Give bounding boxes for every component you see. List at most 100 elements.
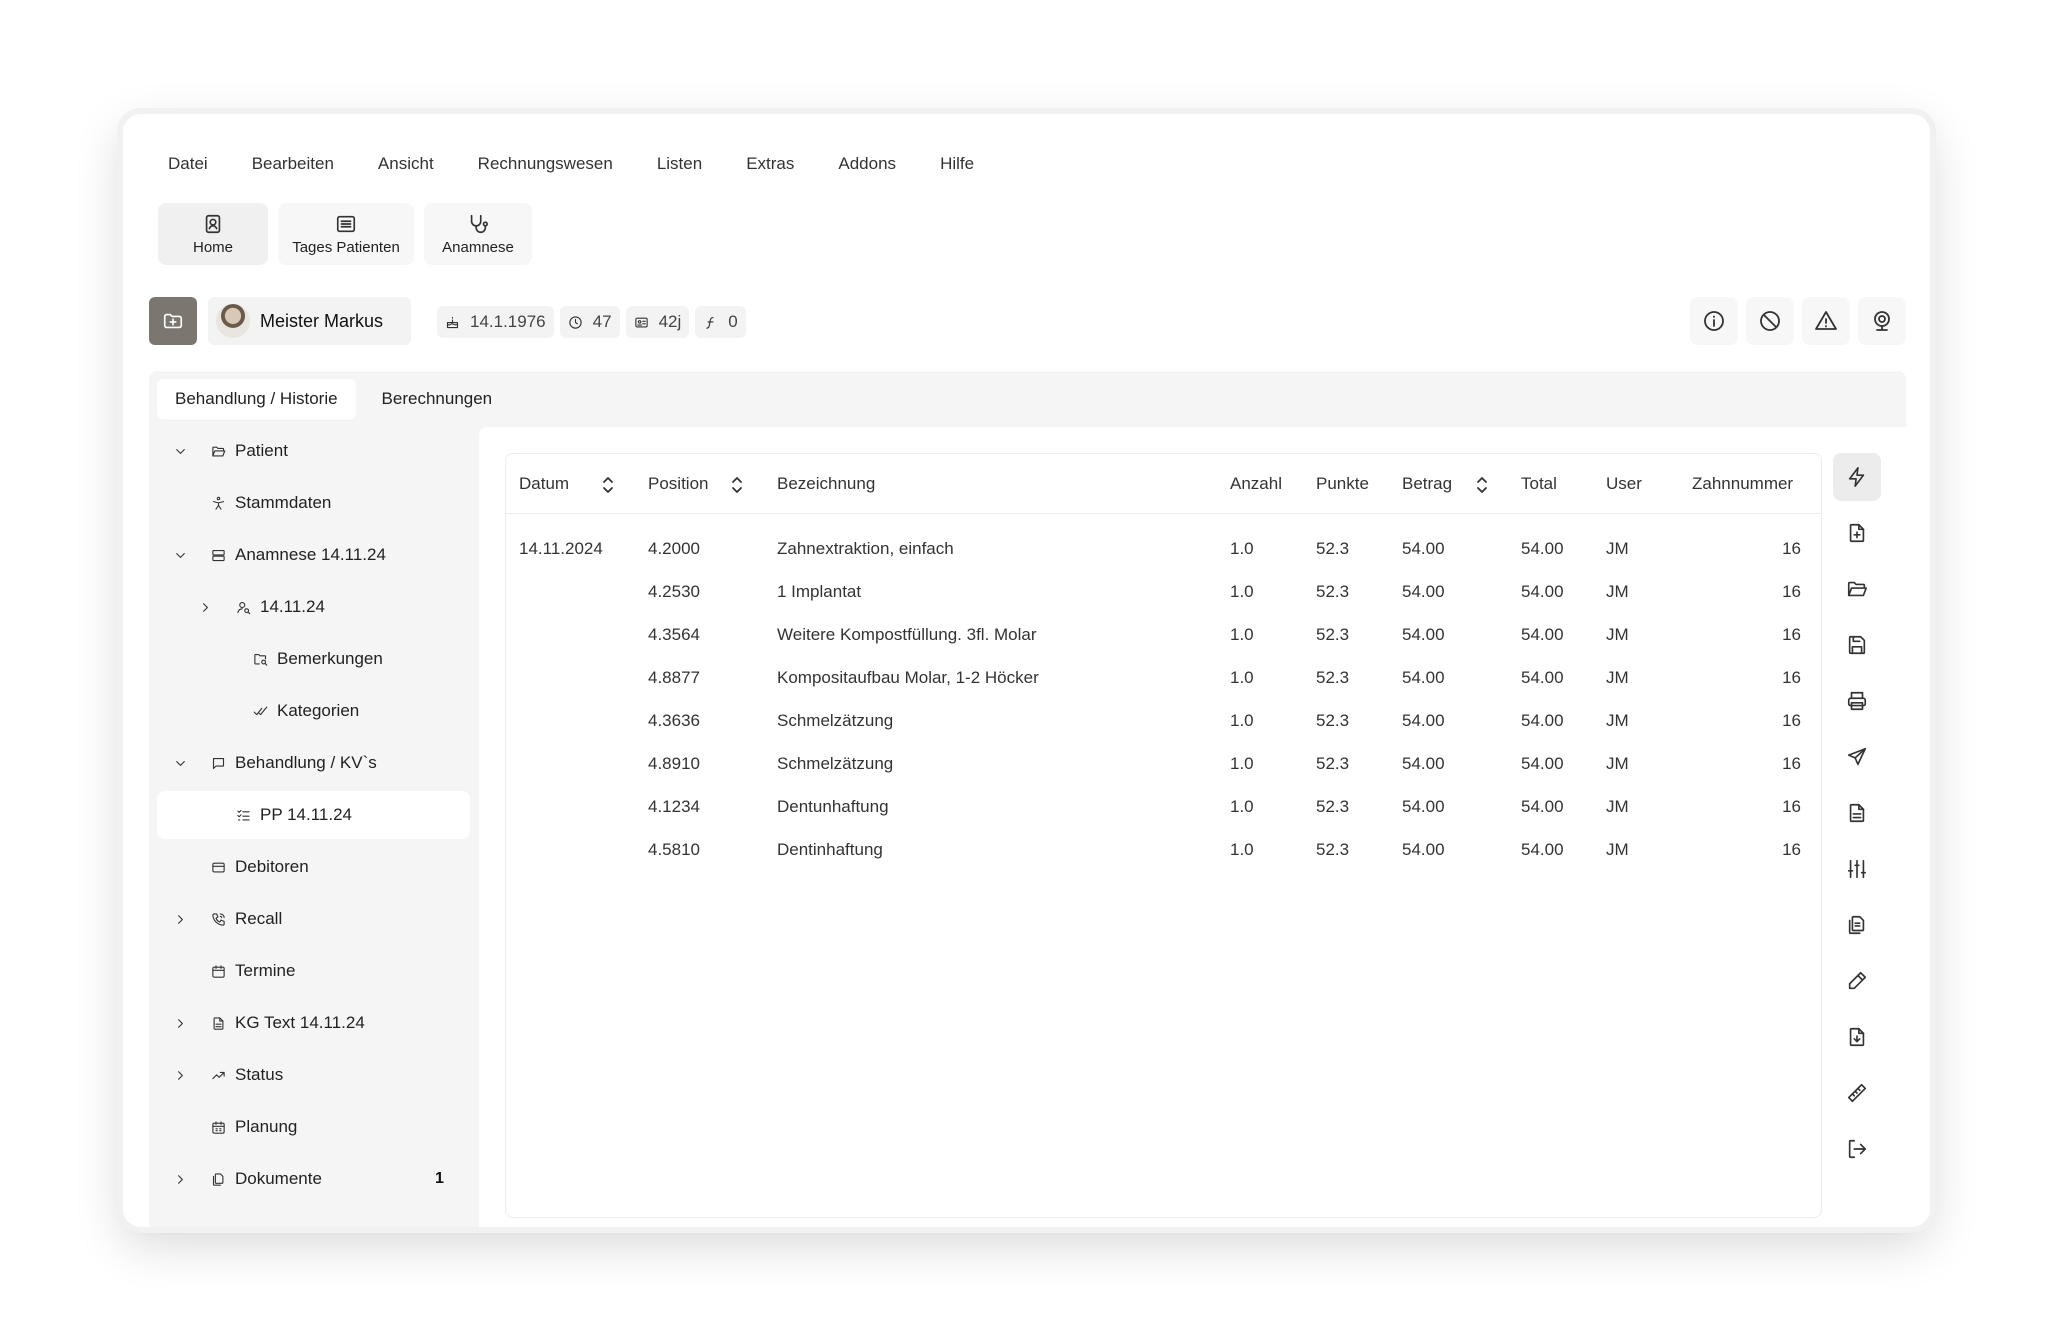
info-button[interactable] (1690, 297, 1738, 345)
col-total[interactable]: Total (1521, 474, 1557, 494)
send-button[interactable] (1833, 733, 1881, 781)
menu-hilfe[interactable]: Hilfe (940, 154, 974, 174)
calendar-days-icon (212, 1120, 225, 1134)
tree-item-stammdaten[interactable]: Stammdaten (149, 479, 479, 527)
table-row[interactable]: 4.1234 Dentunhaftung 1.0 52.3 54.00 54.00 JM 16 (506, 785, 1821, 828)
tree-item-debitoren[interactable]: Debitoren (149, 843, 479, 891)
ban-button[interactable] (1746, 297, 1794, 345)
app-window: Datei Bearbeiten Ansicht Rechnungswesen … (123, 114, 1930, 1227)
tree-item-status[interactable]: Status (149, 1051, 479, 1099)
new-document-button[interactable] (1833, 509, 1881, 557)
col-user[interactable]: User (1606, 474, 1642, 494)
print-button[interactable] (1833, 677, 1881, 725)
message-square-icon (212, 757, 225, 769)
edit-button[interactable] (1833, 957, 1881, 1005)
files-icon (1848, 915, 1865, 935)
tree-item-recall[interactable]: Recall (149, 895, 479, 943)
measure-button[interactable] (1833, 1069, 1881, 1117)
webcam-icon (1874, 311, 1890, 331)
download-button[interactable] (1833, 1013, 1881, 1061)
cell-anzahl: 1.0 (1230, 582, 1254, 601)
table-row[interactable]: 4.8877 Kompositaufbau Molar, 1-2 Höcker 1.… (506, 656, 1821, 699)
printer-icon (1847, 691, 1867, 711)
cell-zahnnummer: 16 (1782, 582, 1801, 601)
tree-item-termine[interactable]: Termine (149, 947, 479, 995)
table-row[interactable]: 4.3636 Schmelzätzung 1.0 52.3 54.00 54.00 JM 16 (506, 699, 1821, 742)
file-text-icon (213, 1016, 224, 1030)
patient-info-chips: 14.1.1976 47 42j 0 (437, 306, 746, 338)
chevron-down-icon[interactable] (173, 548, 188, 563)
tab-behandlung-historie[interactable]: Behandlung / Historie (157, 379, 356, 419)
tree-item-planung[interactable]: Planung (149, 1103, 479, 1151)
webcam-button[interactable] (1858, 297, 1906, 345)
col-betrag[interactable]: Betrag (1402, 474, 1452, 494)
settings-sliders-button[interactable] (1833, 845, 1881, 893)
tree-item-patient[interactable]: Patient (149, 427, 479, 475)
col-datum[interactable]: Datum (519, 474, 569, 494)
home-button[interactable]: Home (158, 203, 268, 265)
chevron-right-icon[interactable] (198, 600, 213, 615)
stethoscope-icon (470, 214, 488, 233)
sort-icon[interactable] (1475, 476, 1489, 494)
cell-position: 4.8910 (648, 754, 700, 773)
save-icon (1848, 635, 1866, 655)
chevron-right-icon[interactable] (173, 1068, 188, 1083)
col-punkte[interactable]: Punkte (1316, 474, 1369, 494)
cell-user: JM (1606, 668, 1629, 687)
tab-berechnungen[interactable]: Berechnungen (364, 379, 511, 419)
patient-selector[interactable]: Meister Markus (208, 297, 411, 345)
col-zahnnummer[interactable]: Zahnnummer (1692, 474, 1793, 494)
menu-extras[interactable]: Extras (746, 154, 794, 174)
cell-zahnnummer: 16 (1782, 754, 1801, 773)
table-row[interactable]: 14.11.2024 4.2000 Zahnextraktion, einfach 1… (506, 527, 1821, 570)
table-row[interactable]: 4.3564 Weitere Kompostfüllung. 3fl. Molar… (506, 613, 1821, 656)
chevron-down-icon[interactable] (173, 756, 188, 771)
cell-bezeichnung: Kompositaufbau Molar, 1-2 Höcker (777, 668, 1039, 687)
cell-bezeichnung: Weitere Kompostfüllung. 3fl. Molar (777, 625, 1037, 644)
open-button[interactable] (1833, 565, 1881, 613)
tages-patienten-button[interactable]: Tages Patienten (278, 203, 414, 265)
warning-button[interactable] (1802, 297, 1850, 345)
tree-item-anamnese-date[interactable]: 14.11.24 (149, 583, 479, 631)
chevron-right-icon[interactable] (173, 1016, 188, 1031)
quick-action-button[interactable] (1833, 453, 1881, 501)
sort-icon[interactable] (601, 476, 615, 494)
tree-item-kg-text[interactable]: KG Text 14.11.24 (149, 999, 479, 1047)
chevron-down-icon[interactable] (173, 444, 188, 459)
tree-item-bemerkungen[interactable]: Bemerkungen (149, 635, 479, 683)
tree-item-dokumente[interactable]: Dokumente 1 (149, 1155, 479, 1203)
cell-total: 54.00 (1521, 582, 1564, 601)
menu-datei[interactable]: Datei (168, 154, 208, 174)
document-button[interactable] (1833, 789, 1881, 837)
cell-user: JM (1606, 754, 1629, 773)
logout-button[interactable] (1833, 1125, 1881, 1173)
anamnese-button[interactable]: Anamnese (424, 203, 532, 265)
patient-folder-button[interactable] (149, 297, 197, 345)
chevron-right-icon[interactable] (173, 1172, 188, 1187)
cell-betrag: 54.00 (1402, 582, 1445, 601)
menu-addons[interactable]: Addons (838, 154, 896, 174)
menu-bearbeiten[interactable]: Bearbeiten (252, 154, 334, 174)
table-row[interactable]: 4.8910 Schmelzätzung 1.0 52.3 54.00 54.00 JM 16 (506, 742, 1821, 785)
tree-item-pp[interactable]: PP 14.11.24 (157, 791, 470, 839)
folder-plus-icon (163, 313, 183, 329)
menu-ansicht[interactable]: Ansicht (378, 154, 434, 174)
col-position[interactable]: Position (648, 474, 708, 494)
table-row[interactable]: 4.2530 1 Implantat 1.0 52.3 54.00 54.00 JM 16 (506, 570, 1821, 613)
table-row[interactable]: 4.5810 Dentinhaftung 1.0 52.3 54.00 54.00 JM 16 (506, 828, 1821, 871)
tree-item-behandlung[interactable]: Behandlung / KV`s (149, 739, 479, 787)
menu-listen[interactable]: Listen (657, 154, 702, 174)
credit-card-icon (212, 862, 225, 872)
chevron-right-icon[interactable] (173, 912, 188, 927)
tages-patienten-label: Tages Patienten (292, 238, 400, 256)
col-bezeichnung[interactable]: Bezeichnung (777, 474, 875, 494)
menu-rechnungswesen[interactable]: Rechnungswesen (478, 154, 613, 174)
cell-betrag: 54.00 (1402, 711, 1445, 730)
tree-label-status: Status (235, 1065, 284, 1084)
tree-item-anamnese[interactable]: Anamnese 14.11.24 (149, 531, 479, 579)
save-button[interactable] (1833, 621, 1881, 669)
copy-document-button[interactable] (1833, 901, 1881, 949)
sort-icon[interactable] (730, 476, 744, 494)
tree-item-kategorien[interactable]: Kategorien (149, 687, 479, 735)
col-anzahl[interactable]: Anzahl (1230, 474, 1282, 494)
